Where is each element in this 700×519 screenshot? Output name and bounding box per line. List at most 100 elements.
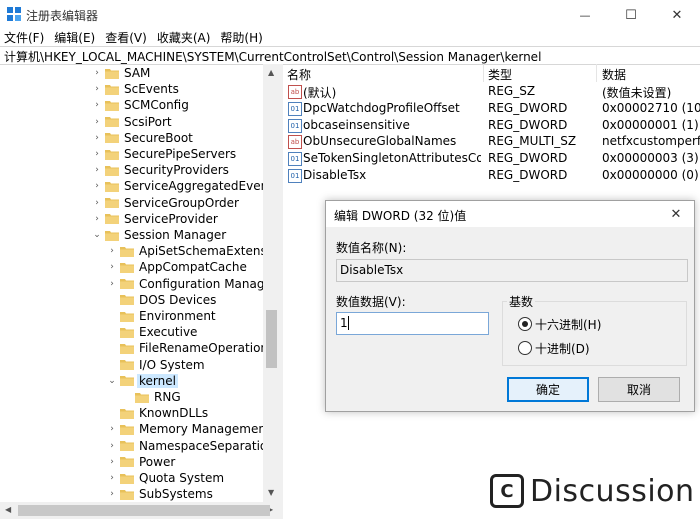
list-header: 名称 类型 数据 (283, 64, 700, 82)
value-type: REG_DWORD (488, 151, 568, 166)
hex-radio-label[interactable]: 十六进制(H) (535, 316, 601, 333)
expand-arrow-icon[interactable]: › (91, 149, 103, 159)
tree-item[interactable]: › ApiSetSchemaExtensions (106, 243, 263, 259)
expand-arrow-icon[interactable]: › (91, 181, 103, 191)
expand-arrow-icon[interactable]: › (106, 441, 118, 451)
collapse-arrow-icon[interactable]: ⌄ (91, 230, 103, 240)
expand-arrow-icon[interactable]: › (91, 133, 103, 143)
minimize-button[interactable]: — (562, 0, 608, 30)
watermark-text: Discussion (530, 473, 695, 509)
tree-item[interactable]: › ServiceAggregatedEvents (91, 178, 263, 194)
tree-item[interactable]: KnownDLLs (106, 405, 210, 421)
expand-arrow-icon[interactable]: › (106, 473, 118, 483)
text-caret (348, 316, 349, 330)
close-icon: ✕ (671, 7, 683, 23)
address-bar[interactable]: 计算机\HKEY_LOCAL_MACHINE\SYSTEM\CurrentCon… (0, 46, 700, 65)
column-divider[interactable] (596, 64, 597, 82)
tree-item[interactable]: I/O System (106, 357, 207, 373)
expand-arrow-icon[interactable]: › (106, 246, 118, 256)
expand-arrow-icon[interactable]: › (106, 262, 118, 272)
expand-arrow-icon[interactable]: › (106, 457, 118, 467)
folder-icon (120, 246, 134, 257)
tree-item[interactable]: › SecurityProviders (91, 162, 231, 178)
tree-item[interactable]: › SAM (91, 65, 152, 81)
tree-item[interactable]: › SecureBoot (91, 130, 195, 146)
column-data-header[interactable]: 数据 (602, 66, 626, 83)
column-type-header[interactable]: 类型 (488, 66, 512, 83)
expand-arrow-icon[interactable]: › (91, 68, 103, 78)
value-row[interactable]: 01 SeTokenSingletonAttributesCo... REG_DWO… (283, 150, 700, 167)
cancel-button[interactable]: 取消 (598, 377, 680, 402)
expand-arrow-icon[interactable]: › (91, 100, 103, 110)
expand-arrow-icon[interactable]: › (91, 117, 103, 127)
scroll-down-icon[interactable]: ▼ (268, 488, 274, 497)
value-data-input[interactable]: 1 (336, 312, 489, 335)
maximize-button[interactable]: ☐ (608, 0, 654, 30)
expand-arrow-icon[interactable]: › (91, 165, 103, 175)
tree-item[interactable]: ⌄ kernel (106, 373, 178, 389)
tree-item[interactable]: › SecurePipeServers (91, 146, 238, 162)
tree-item-label: ServiceAggregatedEvents (124, 179, 263, 194)
decimal-radio[interactable] (518, 341, 532, 355)
close-button[interactable]: ✕ (654, 0, 700, 30)
tree-vertical-scrollbar[interactable]: ▲ ▼ (263, 64, 280, 502)
menu-view[interactable]: 查看(V) (101, 30, 151, 46)
value-row[interactable]: ab (默认) REG_SZ (数值未设置) (283, 83, 700, 100)
tree-item[interactable]: › NamespaceSeparation (106, 438, 263, 454)
hex-radio[interactable] (518, 317, 532, 331)
tree-scroll-thumb[interactable] (266, 310, 277, 368)
menu-edit[interactable]: 编辑(E) (50, 30, 99, 46)
tree-item[interactable]: › SCMConfig (91, 97, 191, 113)
tree-item[interactable]: › AppCompatCache (106, 259, 249, 275)
expand-arrow-icon[interactable]: › (106, 489, 118, 499)
tree-item-label: Session Manager (124, 228, 227, 242)
tree-item[interactable]: › ScsiPort (91, 114, 174, 130)
registry-tree: › SAM › ScEvents › SCMConfig › ScsiPort › SecureB… (0, 64, 263, 502)
tree-item[interactable]: › Power (106, 454, 177, 470)
tree-item-label: I/O System (139, 357, 205, 372)
collapse-arrow-icon[interactable]: ⌄ (106, 376, 118, 386)
expand-arrow-icon[interactable]: › (91, 214, 103, 224)
value-row[interactable]: 01 DisableTsx REG_DWORD 0x00000000 (0) (283, 167, 700, 184)
tree-item-label: Executive (139, 325, 198, 340)
tree-item[interactable]: › Memory Management (106, 421, 263, 437)
tree-item[interactable]: RNG (121, 389, 183, 405)
value-row[interactable]: 01 DpcWatchdogProfileOffset REG_DWORD 0x000… (283, 100, 700, 117)
folder-icon (135, 392, 149, 403)
tree-hscroll-thumb[interactable] (18, 505, 270, 516)
tree-item[interactable]: › Quota System (106, 470, 226, 486)
expand-arrow-icon[interactable]: › (106, 279, 118, 289)
tree-item[interactable]: › ServiceGroupOrder (91, 195, 241, 211)
value-row[interactable]: 01 obcaseinsensitive REG_DWORD 0x00000001 (… (283, 117, 700, 134)
tree-item[interactable]: FileRenameOperations (106, 340, 263, 356)
tree-item[interactable]: Environment (106, 308, 218, 324)
tree-item[interactable]: › ScEvents (91, 81, 181, 97)
expand-arrow-icon[interactable]: › (91, 198, 103, 208)
registry-editor-icon (7, 7, 21, 21)
tree-item-label: DOS Devices (139, 292, 217, 307)
edit-dword-dialog: 编辑 DWORD (32 位)值 ✕ 数值名称(N): DisableTsx 数… (325, 200, 695, 412)
expand-arrow-icon[interactable]: › (91, 84, 103, 94)
folder-icon (105, 116, 119, 128)
value-row[interactable]: ab ObUnsecureGlobalNames REG_MULTI_SZ netfx… (283, 133, 700, 150)
decimal-radio-label[interactable]: 十进制(D) (535, 340, 590, 357)
dialog-close-button[interactable]: ✕ (664, 203, 688, 225)
tree-item[interactable]: › SubSystems (106, 486, 215, 502)
expand-arrow-icon[interactable]: › (106, 424, 118, 434)
menu-help[interactable]: 帮助(H) (216, 30, 266, 46)
column-divider[interactable] (483, 64, 484, 82)
scroll-left-icon[interactable]: ◀ (5, 505, 11, 514)
ok-button[interactable]: 确定 (507, 377, 589, 402)
tree-item[interactable]: ⌄ Session Manager (91, 227, 228, 243)
tree-item[interactable]: DOS Devices (106, 292, 218, 308)
folder-icon (120, 327, 134, 338)
scroll-up-icon[interactable]: ▲ (268, 68, 274, 77)
tree-item[interactable]: › ServiceProvider (91, 211, 220, 227)
menu-file[interactable]: 文件(F) (0, 30, 48, 46)
binary-value-icon: 01 (288, 118, 302, 133)
column-name-header[interactable]: 名称 (287, 66, 311, 83)
menu-favorites[interactable]: 收藏夹(A) (153, 30, 215, 46)
tree-item[interactable]: Executive (106, 324, 199, 340)
tree-item[interactable]: › Configuration Manager (106, 276, 263, 292)
address-path: 计算机\HKEY_LOCAL_MACHINE\SYSTEM\CurrentCon… (4, 50, 542, 64)
